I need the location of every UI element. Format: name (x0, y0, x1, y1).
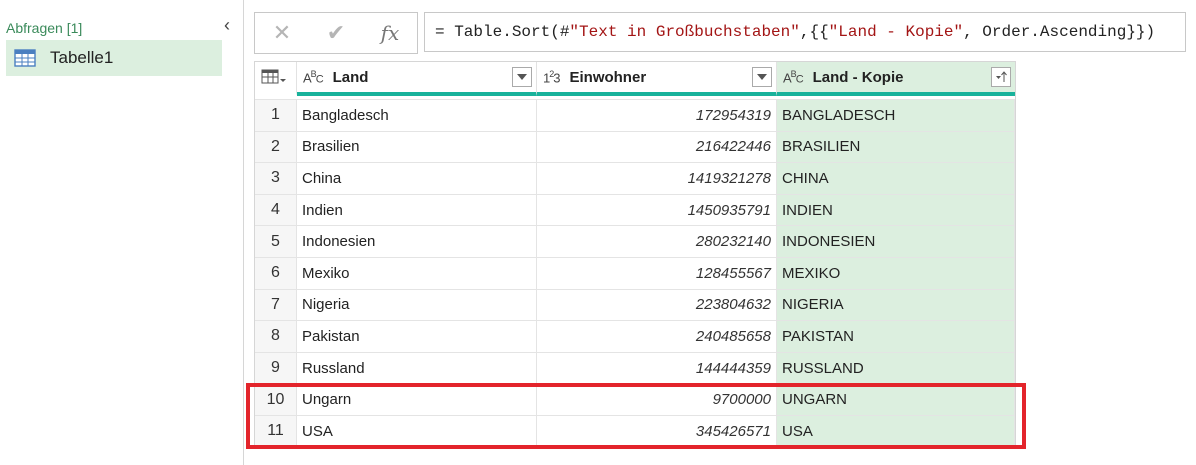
cell-einwohner[interactable]: 1450935791 (537, 194, 777, 226)
cancel-icon[interactable]: ✕ (255, 13, 309, 53)
row-number: 6 (255, 258, 297, 289)
table-row[interactable]: 2 Brasilien 216422446 BRASILIEN (255, 130, 1015, 163)
cell-land-kopie[interactable]: MEXIKO (777, 258, 1015, 289)
cell-einwohner[interactable]: 9700000 (537, 384, 777, 415)
table-row[interactable]: 5 Indonesien 280232140 INDONESIEN (255, 225, 1015, 257)
cell-land-kopie[interactable]: USA (777, 416, 1015, 447)
cell-einwohner[interactable]: 280232140 (537, 226, 777, 257)
cell-land[interactable]: Russland (297, 352, 537, 384)
cell-land[interactable]: USA (297, 416, 537, 447)
row-number: 1 (255, 100, 297, 131)
cell-land-kopie[interactable]: BRASILIEN (777, 131, 1015, 163)
table-row[interactable]: 6 Mexiko 128455567 MEXIKO (255, 257, 1015, 289)
text-type-icon: ABC (783, 68, 804, 86)
formula-string-2: "Land - Kopie" (828, 23, 964, 41)
row-number: 7 (255, 289, 297, 321)
row-number: 5 (255, 226, 297, 257)
row-number: 9 (255, 352, 297, 384)
column-header-label: Land - Kopie (812, 68, 904, 86)
cell-einwohner[interactable]: 240485658 (537, 321, 777, 352)
filter-dropdown-icon[interactable] (752, 67, 772, 87)
formula-prefix: = Table.Sort(# (435, 23, 570, 41)
cell-land[interactable]: China (297, 163, 537, 194)
cell-land-kopie[interactable]: BANGLADESCH (777, 100, 1015, 131)
cell-land[interactable]: Pakistan (297, 321, 537, 352)
formula-input[interactable]: = Table.Sort(# "Text in Großbuchstaben" ,{… (424, 12, 1186, 52)
sort-ascending-icon[interactable] (991, 67, 1011, 87)
cell-einwohner[interactable]: 1419321278 (537, 163, 777, 194)
table-row[interactable]: 4 Indien 1450935791 INDIEN (255, 193, 1015, 226)
cell-land[interactable]: Indonesien (297, 226, 537, 257)
column-header-einwohner[interactable]: 123 Einwohner (537, 62, 777, 96)
row-number: 10 (255, 384, 297, 415)
formula-string-1: "Text in Großbuchstaben" (569, 23, 800, 41)
table-menu-icon (261, 69, 286, 84)
check-icon[interactable]: ✔ (309, 13, 363, 53)
column-header-label: Land (332, 68, 369, 86)
cell-land-kopie[interactable]: INDONESIEN (777, 226, 1015, 257)
query-item-label: Tabelle1 (50, 48, 114, 67)
table-row[interactable]: 1 Bangladesch 172954319 BANGLADESCH (255, 99, 1015, 131)
cell-land[interactable]: Bangladesch (297, 100, 537, 131)
row-number: 8 (255, 321, 297, 352)
formula-controls: ✕ ✔ fx (254, 12, 418, 54)
cell-land-kopie[interactable]: UNGARN (777, 384, 1015, 415)
cell-einwohner[interactable]: 216422446 (537, 131, 777, 163)
table-icon (14, 49, 36, 67)
cell-einwohner[interactable]: 345426571 (537, 416, 777, 447)
formula-mid: ,{{ (799, 23, 829, 41)
filter-dropdown-icon[interactable] (512, 67, 532, 87)
column-header-land[interactable]: ABC Land (297, 62, 537, 96)
table-menu-button[interactable] (255, 62, 297, 96)
data-grid: ABC Land 123 Einwohner ABC Land - Kopie … (254, 61, 1016, 447)
cell-land[interactable]: Nigeria (297, 289, 537, 321)
queries-pane: Abfragen [1] ‹ Tabelle1 (0, 0, 244, 465)
fx-icon[interactable]: fx (363, 13, 417, 53)
cell-land-kopie[interactable]: INDIEN (777, 194, 1015, 226)
cell-land-kopie[interactable]: NIGERIA (777, 289, 1015, 321)
cell-land-kopie[interactable]: CHINA (777, 163, 1015, 194)
cell-land-kopie[interactable]: PAKISTAN (777, 321, 1015, 352)
cell-einwohner[interactable]: 144444359 (537, 352, 777, 384)
table-row[interactable]: 3 China 1419321278 CHINA (255, 162, 1015, 194)
cell-einwohner[interactable]: 128455567 (537, 258, 777, 289)
table-row[interactable]: 7 Nigeria 223804632 NIGERIA (255, 288, 1015, 321)
cell-einwohner[interactable]: 172954319 (537, 100, 777, 131)
cell-land[interactable]: Indien (297, 194, 537, 226)
text-type-icon: ABC (303, 68, 324, 86)
formula-suffix: , Order.Ascending}}) (963, 23, 1156, 41)
table-row[interactable]: 10 Ungarn 9700000 UNGARN (255, 383, 1015, 415)
table-row[interactable]: 11 USA 345426571 USA (255, 415, 1015, 447)
queries-header: Abfragen [1] (6, 20, 83, 36)
cell-land-kopie[interactable]: RUSSLAND (777, 352, 1015, 384)
cell-land[interactable]: Brasilien (297, 131, 537, 163)
column-header-land-kopie[interactable]: ABC Land - Kopie (777, 62, 1015, 96)
row-number: 11 (255, 416, 297, 447)
cell-land[interactable]: Mexiko (297, 258, 537, 289)
table-row[interactable]: 8 Pakistan 240485658 PAKISTAN (255, 320, 1015, 352)
collapse-chevron-icon[interactable]: ‹ (218, 14, 236, 36)
cell-einwohner[interactable]: 223804632 (537, 289, 777, 321)
cell-land[interactable]: Ungarn (297, 384, 537, 415)
row-number: 3 (255, 163, 297, 194)
query-item-tabelle1[interactable]: Tabelle1 (6, 40, 222, 76)
row-number: 4 (255, 194, 297, 226)
number-type-icon: 123 (543, 68, 561, 86)
table-row[interactable]: 9 Russland 144444359 RUSSLAND (255, 351, 1015, 384)
column-header-label: Einwohner (569, 68, 647, 86)
row-number: 2 (255, 131, 297, 163)
